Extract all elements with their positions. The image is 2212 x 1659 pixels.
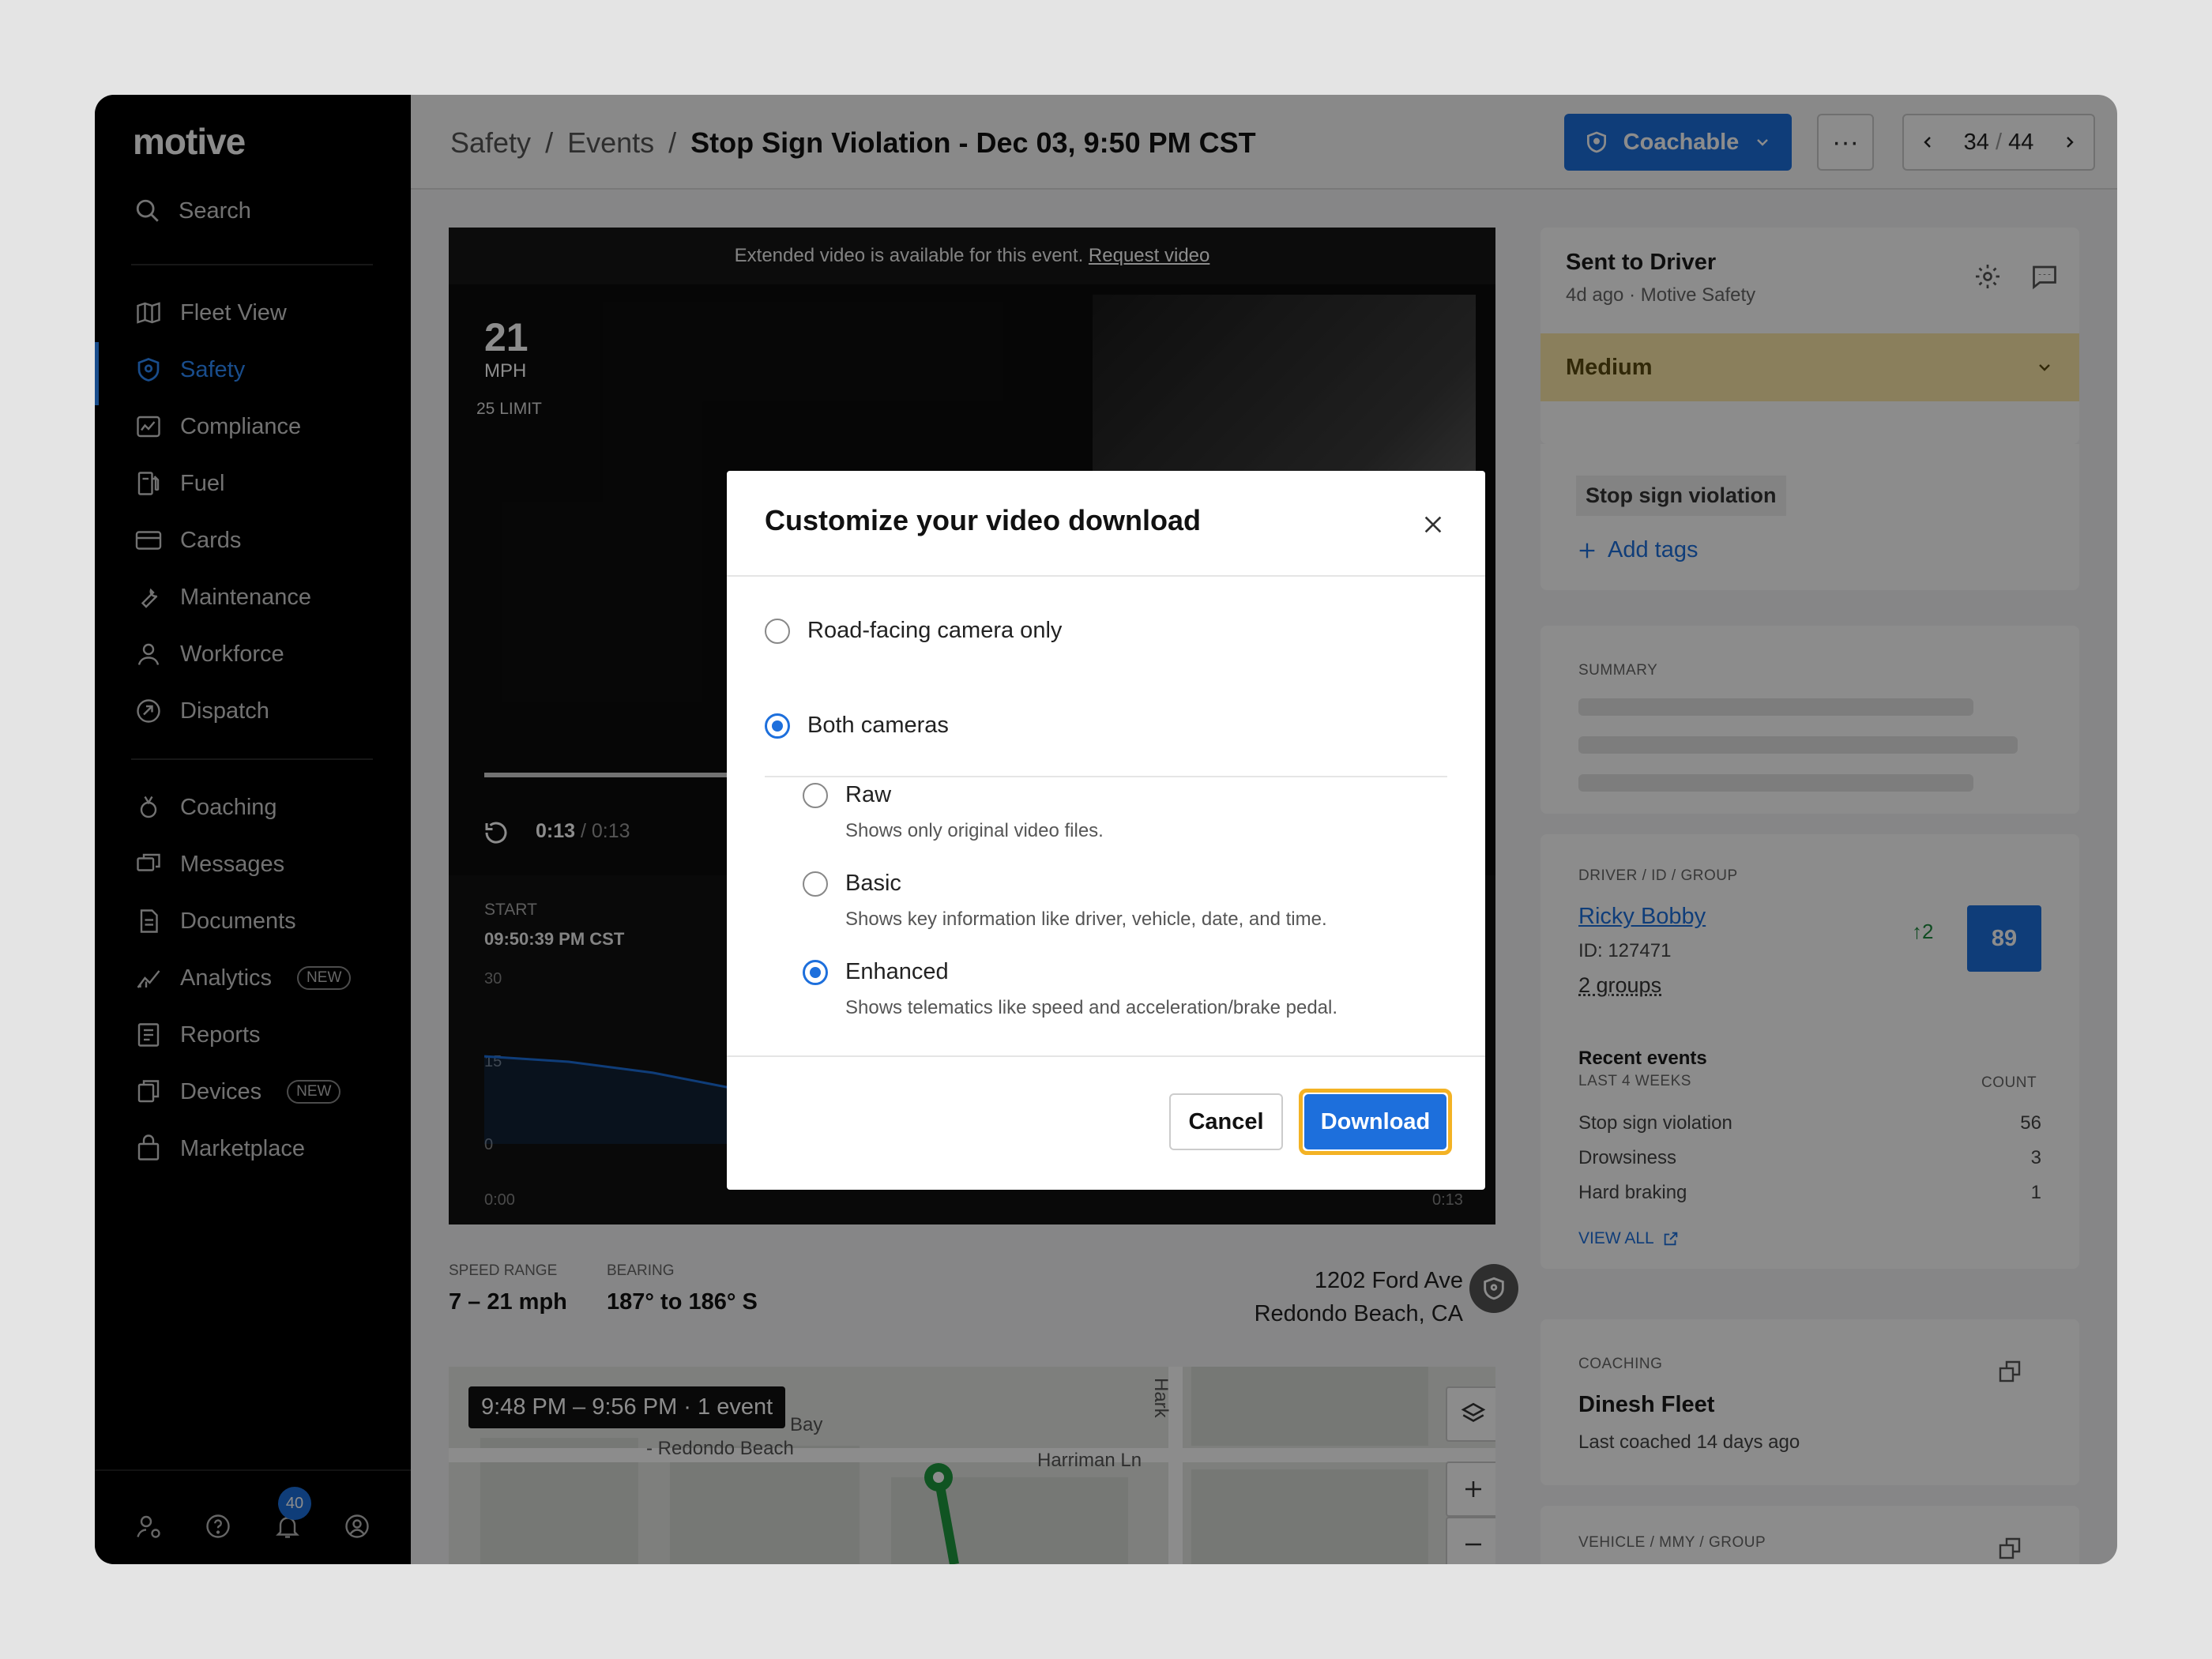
app-window: motive Search Fleet View Safety Complian… <box>95 95 2117 1564</box>
option-divider <box>765 776 1447 777</box>
road-facing-option[interactable]: Road-facing camera only <box>765 618 1062 644</box>
enhanced-description: Shows telematics like speed and accelera… <box>845 997 1338 1018</box>
modal-divider <box>727 575 1485 577</box>
option-label: Raw <box>845 782 892 807</box>
download-label: Download <box>1304 1094 1446 1149</box>
modal-footer-divider <box>727 1055 1485 1057</box>
download-button[interactable]: Download <box>1299 1089 1452 1155</box>
enhanced-option[interactable]: Enhanced <box>803 959 949 985</box>
download-modal: Customize your video download Road-facin… <box>727 471 1485 1190</box>
both-cameras-option[interactable]: Both cameras <box>765 713 949 739</box>
cancel-button[interactable]: Cancel <box>1169 1093 1283 1150</box>
radio-unchecked[interactable] <box>803 782 828 808</box>
basic-option[interactable]: Basic <box>803 871 901 897</box>
raw-option[interactable]: Raw <box>803 782 891 808</box>
option-label: Basic <box>845 871 901 896</box>
option-label: Both cameras <box>807 713 949 738</box>
basic-description: Shows key information like driver, vehic… <box>845 908 1327 930</box>
option-label: Enhanced <box>845 959 949 984</box>
radio-unchecked[interactable] <box>765 618 790 644</box>
close-button[interactable] <box>1414 506 1452 544</box>
raw-description: Shows only original video files. <box>845 820 1104 841</box>
modal-title: Customize your video download <box>765 504 1202 536</box>
radio-unchecked[interactable] <box>803 871 828 897</box>
radio-checked[interactable] <box>803 959 828 985</box>
option-label: Road-facing camera only <box>807 618 1063 643</box>
close-icon <box>1424 516 1442 533</box>
radio-checked[interactable] <box>765 713 790 739</box>
